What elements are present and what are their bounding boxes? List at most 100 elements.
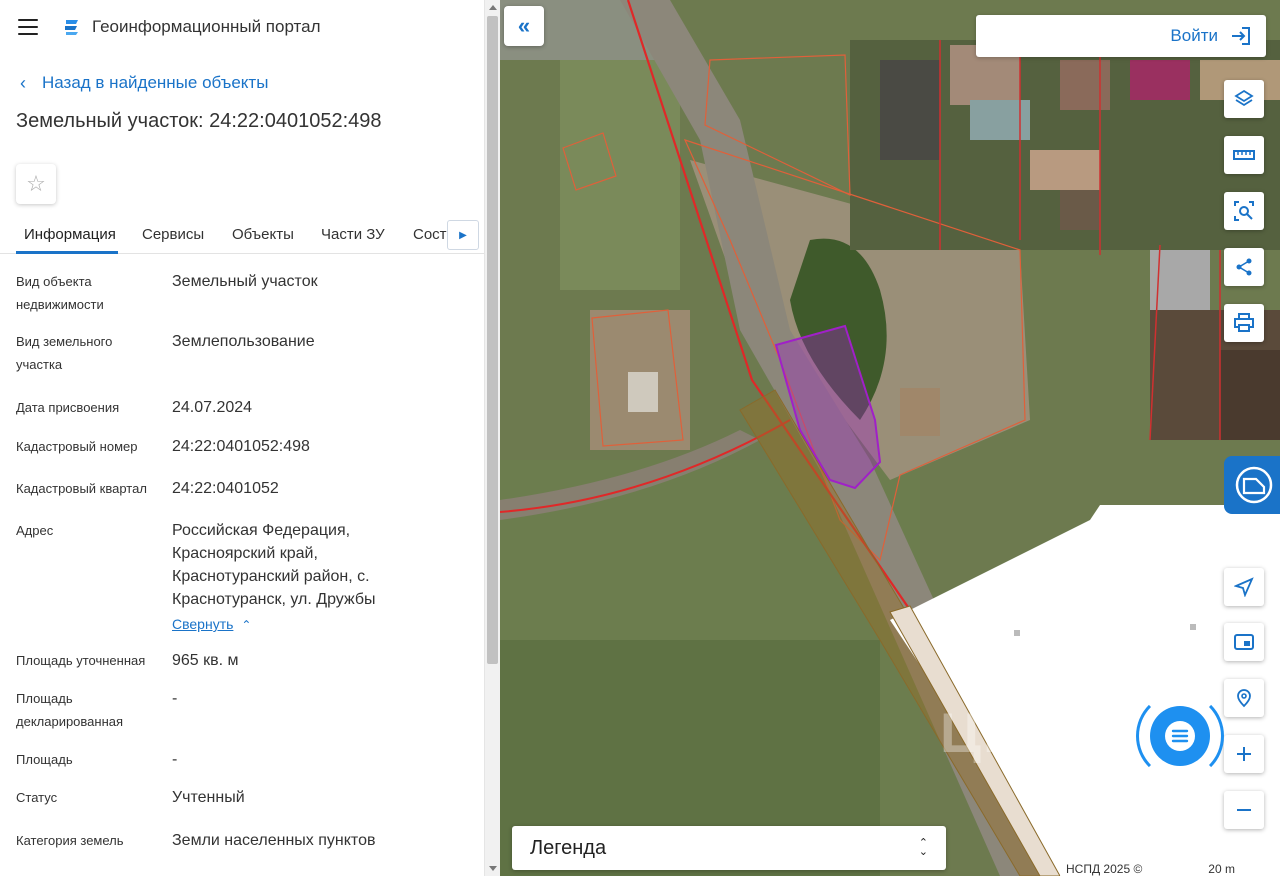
cadastral-map-side-tab[interactable] xyxy=(1224,456,1280,514)
zoom-in-icon xyxy=(1237,747,1251,761)
ruler-icon xyxy=(1233,150,1255,160)
legend-dropdown[interactable]: Легенда ⌃ ⌄ xyxy=(512,826,946,870)
chat-icon xyxy=(1165,721,1195,751)
roof xyxy=(1060,190,1100,230)
property-value: Землепользование xyxy=(172,333,315,350)
scale-label: 20 m xyxy=(1202,862,1241,876)
tab-scroll-right-button[interactable]: ▶ xyxy=(447,220,479,250)
area-search-button[interactable] xyxy=(1224,192,1264,230)
tab-label: Информация xyxy=(24,226,116,243)
property-value: - xyxy=(172,751,178,768)
double-chevron-left-icon: « xyxy=(517,13,531,38)
roof xyxy=(1030,150,1100,190)
collapse-row: Свернуть ⌃ xyxy=(172,613,412,637)
zoom-out-button[interactable] xyxy=(1224,791,1264,829)
watermark-text: Циан xyxy=(940,701,1089,764)
property-value: Российская Федерация, Красноярский край,… xyxy=(172,522,376,608)
address-value: Российская Федерация, Красноярский край,… xyxy=(172,519,412,637)
tab-information[interactable]: Информация xyxy=(16,220,118,254)
property-value: 24:22:0401052 xyxy=(172,480,279,497)
geo-search-icon xyxy=(1237,689,1251,708)
menu-icon[interactable] xyxy=(18,19,38,35)
property-label: Статус xyxy=(16,790,58,805)
measure-button[interactable] xyxy=(1224,136,1264,174)
property-value: 24:22:0401052:498 xyxy=(172,438,310,455)
login-label: Войти xyxy=(1170,26,1218,45)
tab-label: Сервисы xyxy=(142,226,205,243)
geo-search-button[interactable] xyxy=(1224,679,1264,717)
back-to-results-link[interactable]: ‹ Назад в найденные объекты xyxy=(0,68,484,98)
property-label: Вид земельного участка xyxy=(16,334,113,372)
tab-strip: Информация Сервисы Объекты Части ЗУ Сост… xyxy=(0,220,484,254)
panel-header: Геоинформационный портал xyxy=(0,0,484,54)
expand-chevrons-icon: ⌃ ⌄ xyxy=(918,837,928,858)
search-area-icon xyxy=(1234,201,1254,221)
zoom-in-button[interactable] xyxy=(1224,735,1264,773)
tab-bar: Информация Сервисы Объекты Части ЗУ Сост… xyxy=(0,220,484,254)
property-value: 24.07.2024 xyxy=(172,399,253,416)
property-label: Кадастровый квартал xyxy=(16,481,147,496)
property-value: - xyxy=(172,690,178,707)
scroll-up-arrow-icon[interactable] xyxy=(489,5,497,10)
panel-scrollbar[interactable] xyxy=(484,0,500,876)
roof xyxy=(970,100,1030,140)
property-label: Площадь уточненная xyxy=(16,653,146,668)
print-icon xyxy=(1234,313,1254,332)
property-value: 965 кв. м xyxy=(172,652,239,669)
roof xyxy=(880,60,940,160)
property-label: Площадь xyxy=(16,752,73,767)
collapse-panel-button[interactable]: « xyxy=(504,6,544,46)
locate-icon xyxy=(1234,577,1254,597)
info-panel-content: Геоинформационный портал ‹ Назад в найде… xyxy=(0,0,484,876)
property-value: Земельный участок xyxy=(172,273,318,290)
layers-button[interactable] xyxy=(1224,80,1264,118)
login-icon xyxy=(1232,27,1250,45)
caret-right-icon: ▶ xyxy=(459,229,467,241)
portal-logo-icon xyxy=(65,20,78,35)
zoom-out-icon xyxy=(1237,809,1251,811)
property-label: Вид объекта недвижимости xyxy=(16,274,104,312)
info-panel: Геоинформационный портал ‹ Назад в найде… xyxy=(0,0,500,876)
favorite-star-button[interactable]: ☆ xyxy=(16,164,56,204)
back-link-label: Назад в найденные объекты xyxy=(42,73,269,92)
app-title: Геоинформационный портал xyxy=(92,17,321,36)
map-attribution: НСПД 2025 © 20 m xyxy=(1060,862,1280,876)
layers-icon xyxy=(1234,89,1254,107)
property-value: Учтенный xyxy=(172,789,245,806)
print-button[interactable] xyxy=(1224,304,1264,342)
copyright-text: НСПД 2025 © xyxy=(1066,862,1143,876)
property-label: Адрес xyxy=(16,523,54,538)
map-folder-icon xyxy=(1235,466,1273,504)
minimap-icon xyxy=(1234,634,1254,650)
legend-label: Легенда xyxy=(530,836,607,859)
scroll-down-arrow-icon[interactable] xyxy=(489,866,497,871)
page-title: Земельный участок: 24:22:0401052:498 xyxy=(16,110,382,132)
chevron-up-icon: ⌃ xyxy=(241,618,252,632)
tab-services[interactable]: Сервисы xyxy=(142,220,204,254)
tab-label: Объекты xyxy=(232,226,294,243)
share-icon xyxy=(1236,258,1252,276)
survey-marker xyxy=(1014,630,1020,636)
chevron-left-icon: ‹ xyxy=(20,73,26,93)
building xyxy=(628,372,658,412)
property-label: Дата присвоения xyxy=(16,400,120,415)
collapse-address-link[interactable]: Свернуть xyxy=(172,616,233,632)
map-view[interactable]: Циан « Войти Легенда ⌃ ⌄ НСПД 2025 © 20 … xyxy=(500,0,1280,876)
chat-button[interactable] xyxy=(1150,706,1210,766)
tab-label: Части ЗУ xyxy=(321,226,385,243)
property-value: Земли населенных пунктов xyxy=(172,832,376,849)
property-label: Категория земель xyxy=(16,833,124,848)
roof xyxy=(1130,60,1190,100)
login-button[interactable]: Войти xyxy=(976,15,1266,57)
tab-objects[interactable]: Объекты xyxy=(232,220,294,254)
scrollbar-thumb[interactable] xyxy=(487,16,498,664)
property-label: Кадастровый номер xyxy=(16,439,138,454)
share-button[interactable] xyxy=(1224,248,1264,286)
minimap-button[interactable] xyxy=(1224,623,1264,661)
property-label: Площадь декларированная xyxy=(16,691,124,729)
roof xyxy=(1060,60,1110,110)
locate-button[interactable] xyxy=(1224,568,1264,606)
survey-marker xyxy=(1190,624,1196,630)
building xyxy=(900,388,940,436)
tab-parts[interactable]: Части ЗУ xyxy=(321,220,385,254)
